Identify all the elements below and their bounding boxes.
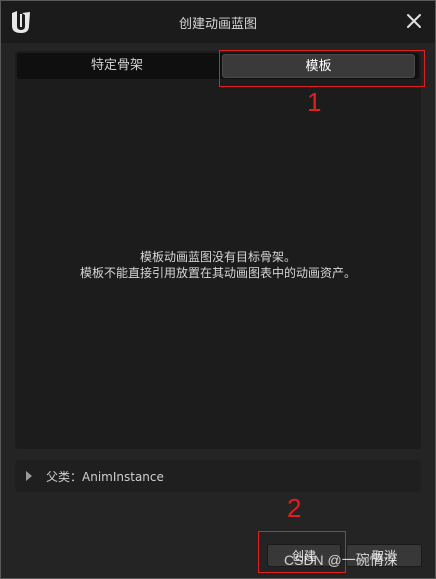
info-message-line-1: 模板动画蓝图没有目标骨架。 — [139, 250, 296, 264]
watermark: CSDN @一碗情深 — [284, 552, 398, 568]
annotation-box-1 — [219, 50, 425, 87]
info-message: 模板动画蓝图没有目标骨架。 模板不能直接引用放置在其动画图表中的动画资产。 — [15, 249, 421, 281]
parent-class-expander[interactable]: 父类：AnimInstance — [15, 460, 421, 492]
close-icon[interactable] — [405, 12, 423, 30]
title-bar: 创建动画蓝图 — [1, 1, 435, 43]
info-message-line-2: 模板不能直接引用放置在其动画图表中的动画资产。 — [79, 266, 356, 280]
annotation-number-2: 2 — [287, 493, 302, 523]
parent-class-label: 父类：AnimInstance — [46, 470, 164, 484]
window-title: 创建动画蓝图 — [178, 17, 257, 32]
content-panel: 特定骨架 模板 模板动画蓝图没有目标骨架。 模板不能直接引用放置在其动画图表中的… — [15, 51, 421, 449]
tab-specific-skeleton[interactable]: 特定骨架 — [17, 53, 217, 79]
annotation-number-1: 1 — [307, 87, 322, 117]
expand-arrow-icon[interactable] — [26, 471, 32, 481]
create-anim-blueprint-dialog: 创建动画蓝图 特定骨架 模板 模板动画蓝图没有目标骨架。 模板不能直接引用放置在… — [0, 0, 436, 579]
